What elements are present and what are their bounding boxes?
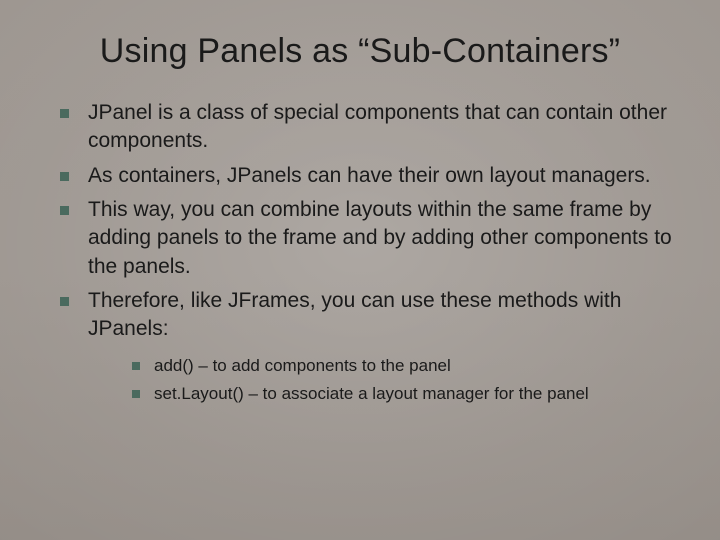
list-item-text: Therefore, like JFrames, you can use the…	[88, 289, 621, 340]
sub-bullet-list: add() – to add components to the panel s…	[128, 354, 672, 407]
list-item: set.Layout() – to associate a layout man…	[128, 382, 672, 407]
list-item: JPanel is a class of special components …	[54, 99, 672, 156]
list-item: As containers, JPanels can have their ow…	[54, 162, 672, 190]
list-item: Therefore, like JFrames, you can use the…	[54, 287, 672, 407]
slide: Using Panels as “Sub-Containers” JPanel …	[0, 0, 720, 540]
slide-title: Using Panels as “Sub-Containers”	[48, 32, 672, 71]
list-item: This way, you can combine layouts within…	[54, 196, 672, 281]
bullet-list: JPanel is a class of special components …	[54, 99, 672, 407]
list-item: add() – to add components to the panel	[128, 354, 672, 379]
